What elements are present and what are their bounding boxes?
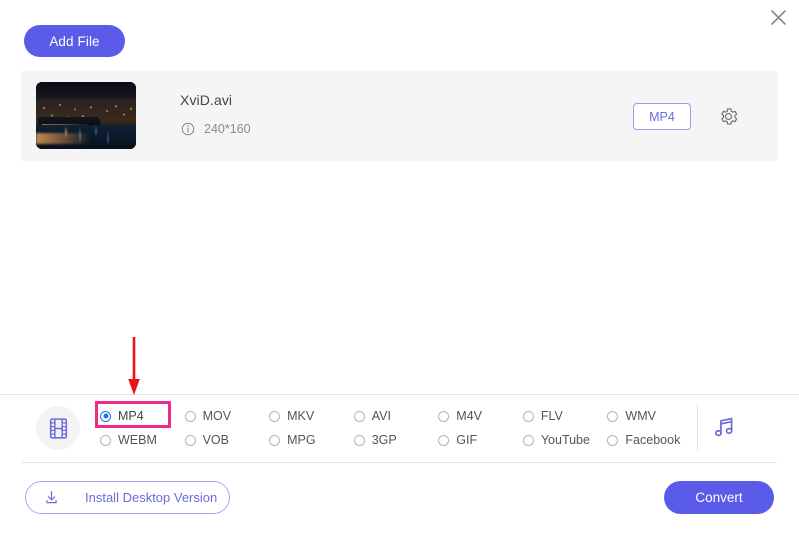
video-format-options[interactable]: MP4 MOV MKV AVI M4V FLV WMV WEBM VOB MPG… <box>100 404 692 452</box>
radio-vob[interactable] <box>184 434 196 446</box>
radio-webm[interactable] <box>100 434 111 446</box>
format-label: MPG <box>287 433 316 447</box>
format-option-mp4[interactable]: MP4 <box>100 409 185 423</box>
format-option-gif[interactable]: GIF <box>438 433 523 447</box>
file-settings-button[interactable] <box>716 104 740 128</box>
audio-formats-button[interactable] <box>708 411 740 443</box>
format-label: FLV <box>540 409 563 423</box>
format-label: 3GP <box>371 433 397 447</box>
thumbnail-shore-glow <box>36 132 91 144</box>
format-label: WEBM <box>118 433 157 447</box>
radio-mkv[interactable] <box>269 410 281 422</box>
add-file-button[interactable]: Add File <box>24 25 125 57</box>
format-label: AVI <box>371 409 391 423</box>
format-label: MKV <box>287 409 315 423</box>
radio-gif[interactable] <box>438 434 450 446</box>
file-meta: 240*160 <box>181 122 251 136</box>
radio-3gp[interactable] <box>353 434 365 446</box>
format-label: MOV <box>202 409 232 423</box>
radio-mov[interactable] <box>184 410 196 422</box>
film-strip-icon <box>49 417 67 439</box>
format-label: M4V <box>456 409 482 423</box>
radio-m4v[interactable] <box>438 410 450 422</box>
radio-mpg[interactable] <box>269 434 281 446</box>
format-label: VOB <box>202 433 229 447</box>
close-button[interactable] <box>764 3 792 31</box>
download-icon <box>46 490 57 504</box>
radio-flv[interactable] <box>522 410 534 422</box>
install-desktop-version-button[interactable]: Install Desktop Version <box>25 481 230 514</box>
video-formats-indicator <box>36 406 80 450</box>
format-option-facebook[interactable]: Facebook <box>607 433 692 447</box>
convert-button[interactable]: Convert <box>664 481 774 514</box>
video-thumbnail <box>36 82 136 149</box>
music-note-icon <box>715 417 733 437</box>
radio-youtube[interactable] <box>522 434 534 446</box>
file-name-label: XviD.avi <box>180 92 233 108</box>
file-resolution-label: 240*160 <box>204 122 251 136</box>
radio-wmv[interactable] <box>607 410 619 422</box>
footer-top-divider <box>22 462 777 463</box>
format-bar-vertical-divider <box>697 404 698 450</box>
radio-mp4[interactable] <box>100 410 111 422</box>
info-icon <box>181 122 195 136</box>
format-option-wmv[interactable]: WMV <box>607 409 692 423</box>
radio-facebook[interactable] <box>607 434 619 446</box>
format-option-avi[interactable]: AVI <box>353 409 439 423</box>
format-option-flv[interactable]: FLV <box>522 409 608 423</box>
close-icon <box>770 9 786 25</box>
format-label: WMV <box>625 409 656 423</box>
file-output-format-badge[interactable]: MP4 <box>633 103 691 130</box>
format-label: MP4 <box>118 409 144 423</box>
format-option-mkv[interactable]: MKV <box>269 409 354 423</box>
format-label: YouTube <box>540 433 590 447</box>
install-button-label: Install Desktop Version <box>85 490 218 505</box>
format-option-mpg[interactable]: MPG <box>269 433 354 447</box>
format-option-m4v[interactable]: M4V <box>438 409 523 423</box>
annotation-arrow <box>128 337 140 395</box>
format-option-vob[interactable]: VOB <box>184 433 270 447</box>
file-list-row[interactable]: XviD.avi 240*160 MP4 <box>21 71 778 161</box>
radio-avi[interactable] <box>353 410 365 422</box>
format-label: Facebook <box>625 433 681 447</box>
gear-icon <box>720 107 737 125</box>
format-bar-top-divider <box>0 394 799 395</box>
format-option-3gp[interactable]: 3GP <box>353 433 439 447</box>
format-label: GIF <box>456 433 478 447</box>
format-option-webm[interactable]: WEBM <box>100 433 185 447</box>
format-option-mov[interactable]: MOV <box>184 409 270 423</box>
format-option-youtube[interactable]: YouTube <box>522 433 608 447</box>
